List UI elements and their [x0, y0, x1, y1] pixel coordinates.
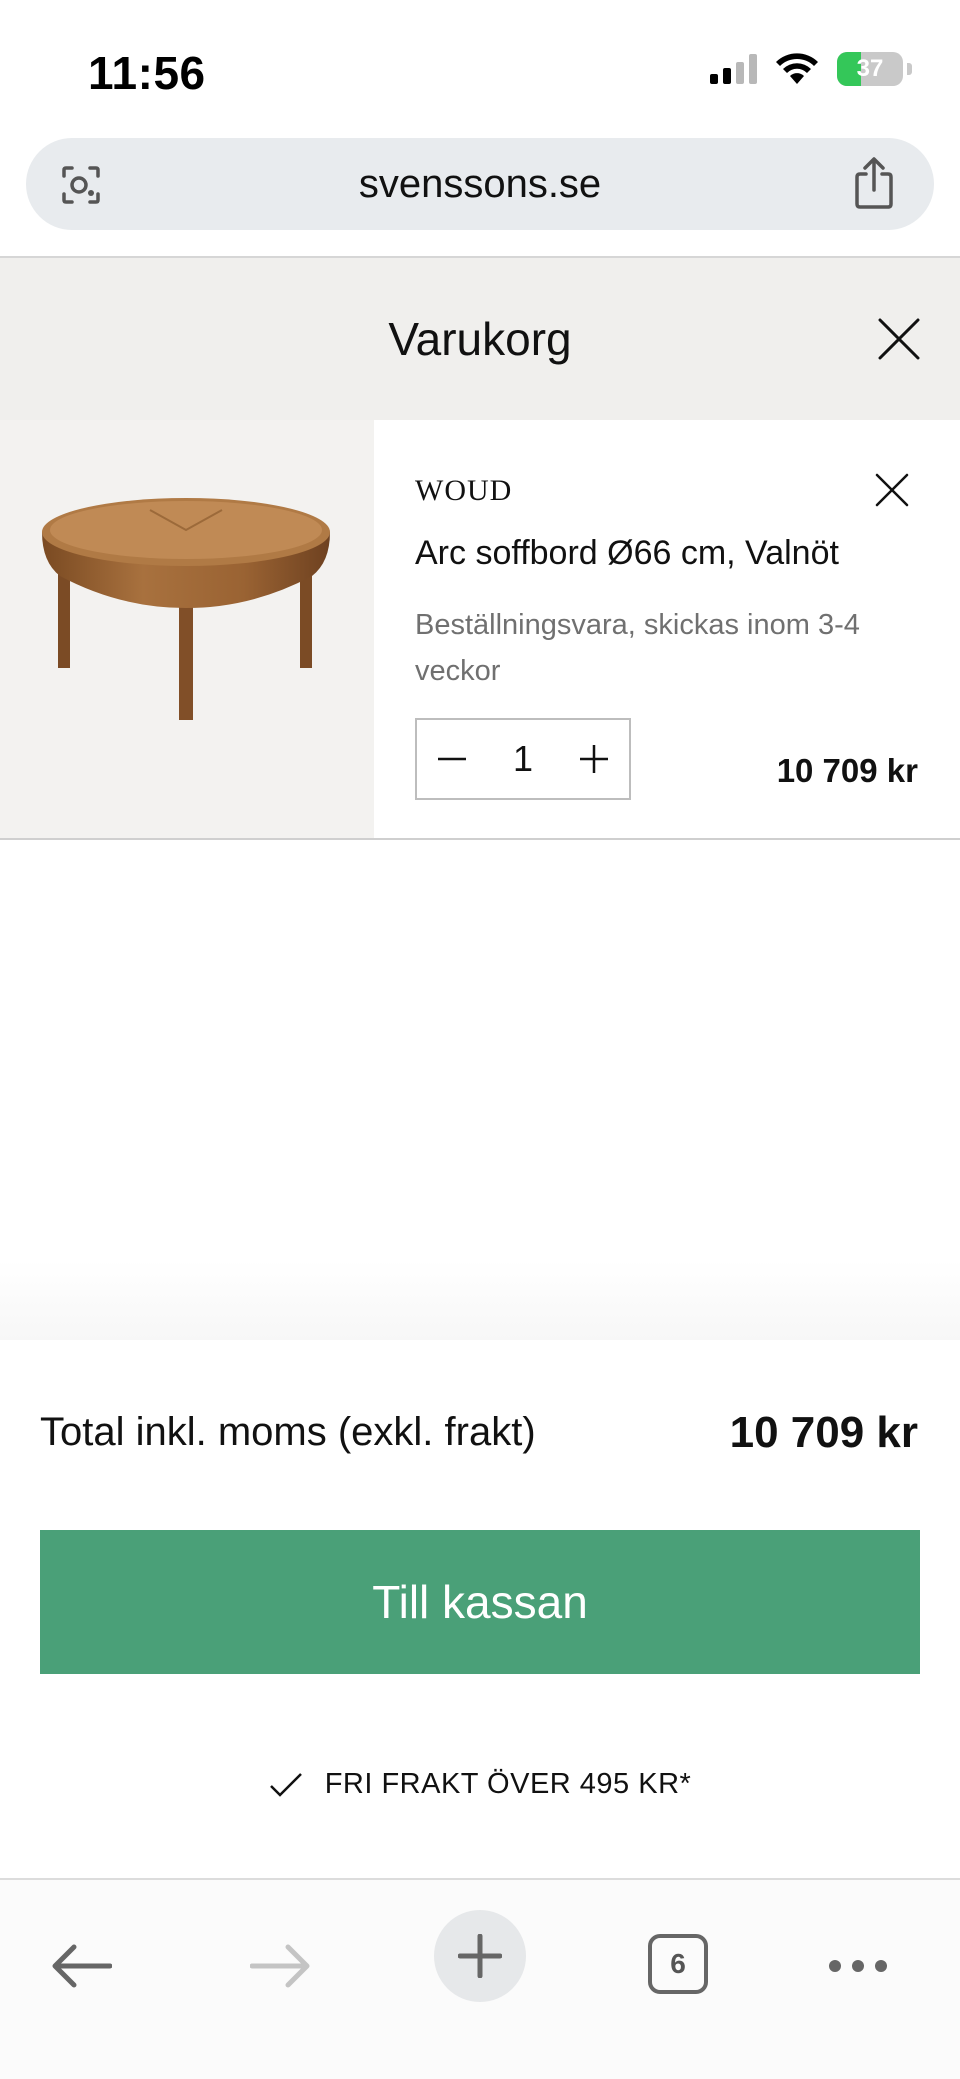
total-label: Total inkl. moms (exkl. frakt) [40, 1410, 536, 1454]
product-brand[interactable]: WOUD [415, 474, 512, 508]
quantity-stepper: 1 [415, 718, 631, 800]
product-image[interactable] [0, 420, 374, 838]
item-price: 10 709 kr [776, 752, 918, 789]
plus-icon [580, 745, 608, 773]
summary-shadow [0, 1260, 960, 1340]
status-bar: 11:56 37 [0, 0, 960, 132]
cart-header: Varukorg [0, 258, 960, 420]
battery-tip [907, 63, 912, 75]
wifi-icon [776, 53, 818, 84]
cart-summary: Total inkl. moms (exkl. frakt) 10 709 kr… [0, 1340, 960, 1880]
more-icon [829, 1960, 887, 1972]
browser-toolbar: 6 [0, 1878, 960, 2079]
close-icon[interactable] [876, 316, 922, 362]
forward-button[interactable] [248, 1934, 312, 1998]
checkout-button[interactable]: Till kassan [40, 1530, 920, 1674]
free-shipping-notice: FRI FRAKT ÖVER 495 KR* [0, 1768, 960, 1801]
url-text[interactable]: svenssons.se [26, 162, 934, 207]
coffee-table-image [42, 498, 330, 720]
free-shipping-text: FRI FRAKT ÖVER 495 KR* [324, 1768, 692, 1800]
cart-title: Varukorg [388, 313, 572, 365]
new-tab-button[interactable] [434, 1910, 526, 2002]
checkmark-icon [269, 1772, 302, 1797]
delivery-info: Beställningsvara, skickas inom 3-4 vecko… [415, 609, 860, 687]
product-name[interactable]: Arc soffbord Ø66 cm, Valnöt [415, 534, 839, 573]
tabs-button[interactable]: 6 [648, 1934, 708, 1994]
more-button[interactable] [826, 1934, 890, 1998]
back-button[interactable] [50, 1934, 114, 1998]
cart-item: WOUD Arc soffbord Ø66 cm, Valnöt Beställ… [0, 420, 960, 840]
battery-level: 37 [856, 55, 884, 82]
forward-arrow-icon [250, 1944, 310, 1988]
back-arrow-icon [52, 1944, 112, 1988]
signal-icon [710, 54, 757, 84]
decrease-quantity-button[interactable] [417, 720, 487, 798]
status-indicators: 37 [710, 52, 912, 86]
share-icon[interactable] [850, 156, 898, 210]
total-value: 10 709 kr [729, 1408, 918, 1457]
battery-icon: 37 [837, 52, 903, 86]
increase-quantity-button[interactable] [559, 720, 629, 798]
status-time: 11:56 [88, 47, 206, 99]
quantity-value[interactable]: 1 [487, 738, 559, 780]
plus-icon [458, 1934, 502, 1978]
address-bar[interactable]: svenssons.se [26, 138, 934, 230]
minus-icon [438, 757, 466, 761]
remove-item-icon[interactable] [874, 472, 910, 508]
